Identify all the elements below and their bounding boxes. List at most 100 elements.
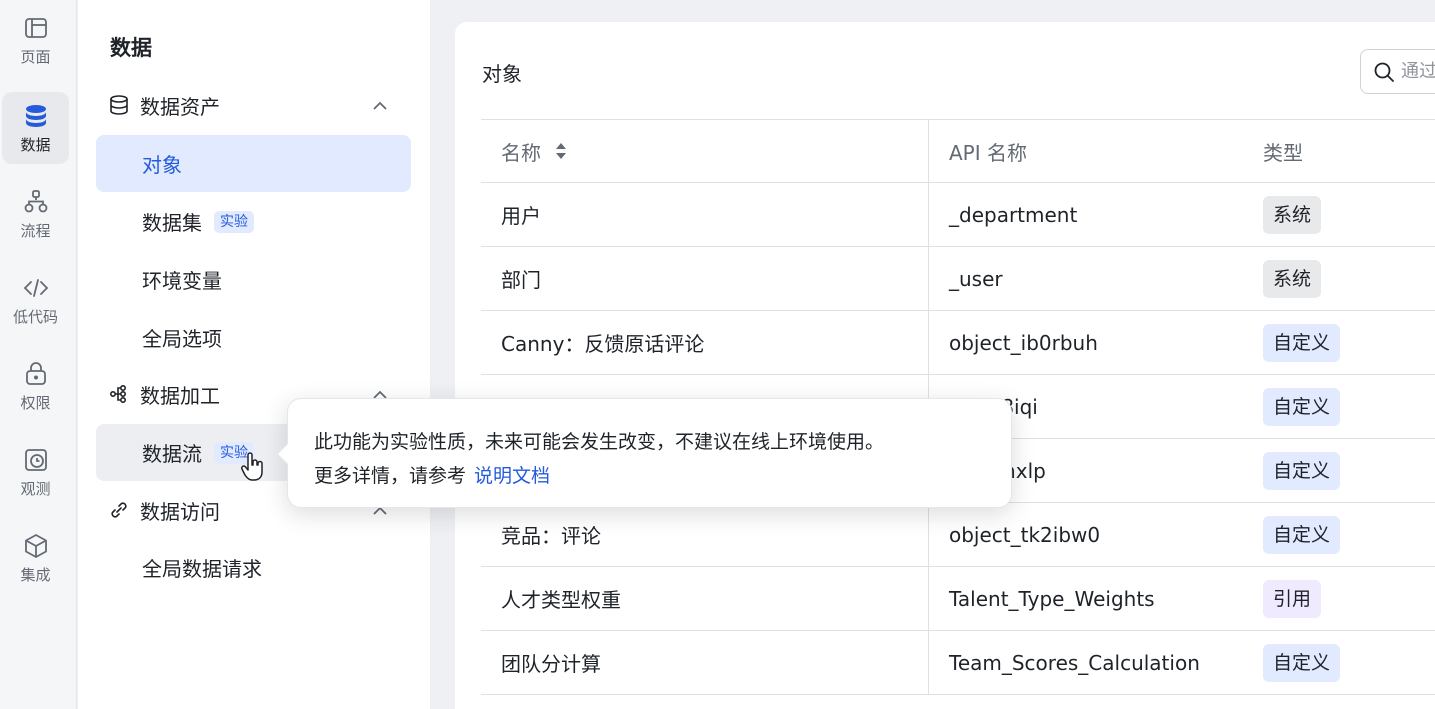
- table-row[interactable]: 竞品：评论 object_tk2ibw0 自定义: [481, 503, 1435, 567]
- object-name: 人才类型权重: [501, 588, 621, 612]
- cell-type: 自定义: [1249, 631, 1435, 694]
- cell-type: 引用: [1249, 567, 1435, 630]
- tooltip-text: 更多详情，请参考: [314, 465, 467, 487]
- rail-label: 观测: [20, 479, 51, 498]
- rail-label: 权限: [20, 393, 51, 412]
- code-icon: [23, 278, 48, 297]
- api-name: object_tk2ibw0: [949, 522, 1101, 547]
- nav-item-global-options[interactable]: 全局选项: [96, 309, 411, 366]
- cell-type: 系统: [1249, 247, 1435, 310]
- cell-type: 自定义: [1249, 375, 1435, 438]
- chevron-up-icon[interactable]: [370, 96, 390, 116]
- link-icon: [111, 502, 127, 518]
- object-name: 部门: [501, 268, 541, 292]
- table-row[interactable]: Canny：反馈原话评论 object_ib0rbuh 自定义: [481, 311, 1435, 375]
- nav-group-label: 数据加工: [140, 383, 220, 408]
- table-header: 名称 API 名称 类型: [481, 120, 1435, 183]
- type-badge: 自定义: [1263, 643, 1341, 682]
- cell-name: Canny：反馈原话评论: [481, 311, 929, 374]
- rail-item-observe[interactable]: 观测: [2, 436, 69, 508]
- api-name: Talent_Type_Weights: [949, 586, 1155, 611]
- object-name: 竞品：评论: [501, 524, 601, 548]
- cell-type: 自定义: [1249, 439, 1435, 502]
- page-title: 对象: [482, 62, 522, 86]
- nav-title: 数据: [110, 36, 152, 60]
- experimental-tooltip: 此功能为实验性质，未来可能会发生改变，不建议在线上环境使用。 更多详情，请参考说…: [276, 398, 1012, 508]
- table-row[interactable]: 部门 _user 系统: [481, 247, 1435, 311]
- table-row[interactable]: 用户 _department 系统: [481, 183, 1435, 247]
- api-name: _department: [949, 202, 1078, 227]
- nav-item-label: 数据集: [142, 211, 202, 235]
- nav-item-label: 环境变量: [142, 269, 222, 293]
- objects-card: 对象 名称 API 名称 类型 用户_department系统部门_user系统…: [455, 22, 1435, 709]
- cell-type: 系统: [1249, 183, 1435, 246]
- rail-item-data[interactable]: 数据: [2, 92, 69, 164]
- type-badge: 自定义: [1263, 387, 1341, 426]
- nav-item-label: 数据流: [142, 442, 202, 466]
- rail-item-lowcode[interactable]: 低代码: [2, 264, 69, 336]
- clock-icon: [24, 448, 47, 471]
- lock-icon: [25, 361, 46, 385]
- api-name: Team_Scores_Calculation: [949, 650, 1200, 675]
- rail-item-permission[interactable]: 权限: [2, 350, 69, 422]
- nav-item-env-variables[interactable]: 环境变量: [96, 251, 411, 308]
- cell-type: 自定义: [1249, 311, 1435, 374]
- search-icon: [1374, 62, 1394, 82]
- cell-api-name: _department: [929, 183, 1249, 246]
- cell-api-name: object_tk2ibw0: [929, 503, 1249, 566]
- cell-type: 自定义: [1249, 503, 1435, 566]
- database-icon: [25, 104, 46, 127]
- nav-item-label: 对象: [142, 153, 182, 177]
- nav-item-objects[interactable]: 对象: [96, 135, 411, 192]
- table-row[interactable]: 团队分计算 Team_Scores_Calculation 自定义: [481, 631, 1435, 695]
- nav-group-label: 数据访问: [140, 499, 220, 524]
- cell-name: 部门: [481, 247, 929, 310]
- column-header-label: 名称: [501, 140, 541, 165]
- table-row[interactable]: 人才类型权重 Talent_Type_Weights 引用: [481, 567, 1435, 631]
- experimental-badge: 实验: [214, 210, 254, 233]
- search-box[interactable]: [1360, 49, 1435, 94]
- nav-group-data-processing[interactable]: 数据加工: [108, 378, 220, 410]
- sort-icon[interactable]: [553, 141, 569, 161]
- nav-item-datasets[interactable]: 数据集 实验: [96, 193, 411, 250]
- api-name: _user: [949, 266, 1003, 291]
- rail-label: 数据: [20, 135, 51, 154]
- rail-item-integration[interactable]: 集成: [2, 522, 69, 594]
- nav-item-label: 全局数据请求: [142, 557, 262, 581]
- rail-label: 页面: [20, 47, 51, 66]
- cell-name: 竞品：评论: [481, 503, 929, 566]
- cube-icon: [24, 533, 47, 558]
- tooltip-line-2: 更多详情，请参考 说明文档: [314, 459, 1011, 493]
- cell-name: 用户: [481, 183, 929, 246]
- nav-item-label: 全局选项: [142, 327, 222, 351]
- hand-pointer-icon: [241, 452, 263, 481]
- search-input[interactable]: [1401, 61, 1435, 82]
- cell-api-name: Team_Scores_Calculation: [929, 631, 1249, 694]
- docs-link[interactable]: 说明文档: [474, 465, 550, 487]
- column-header-api-name: API 名称: [949, 140, 1027, 165]
- cell-api-name: _user: [929, 247, 1249, 310]
- api-name: object_ib0rbuh: [949, 330, 1098, 355]
- nav-group-label: 数据资产: [140, 94, 220, 119]
- rail-label: 低代码: [12, 307, 58, 326]
- object-name: 团队分计算: [501, 652, 601, 676]
- cell-api-name: Talent_Type_Weights: [929, 567, 1249, 630]
- data-process-icon: [109, 384, 127, 404]
- database-outline-icon: [110, 95, 128, 115]
- nav-item-global-data-requests[interactable]: 全局数据请求: [96, 539, 411, 596]
- type-badge: 引用: [1263, 579, 1322, 618]
- type-badge: 系统: [1263, 195, 1322, 234]
- rail-label: 集成: [20, 565, 51, 584]
- nav-group-data-access[interactable]: 数据访问: [108, 494, 220, 526]
- cell-name: 人才类型权重: [481, 567, 929, 630]
- data-nav-panel: 数据 数据资产 对象 数据集 实验 环境变量 全局选项 数据加工 数据流 实验 …: [78, 0, 430, 709]
- rail-item-workflow[interactable]: 流程: [2, 178, 69, 250]
- column-header-name[interactable]: 名称: [481, 120, 929, 182]
- object-name: Canny：反馈原话评论: [501, 332, 705, 356]
- type-badge: 自定义: [1263, 515, 1341, 554]
- nav-group-data-assets[interactable]: 数据资产: [108, 89, 220, 121]
- icon-rail: 页面 数据 流程 低代码 权限 观测 集成: [0, 0, 77, 709]
- type-badge: 系统: [1263, 259, 1322, 298]
- page-layout-icon: [24, 17, 47, 38]
- rail-item-page[interactable]: 页面: [2, 4, 69, 76]
